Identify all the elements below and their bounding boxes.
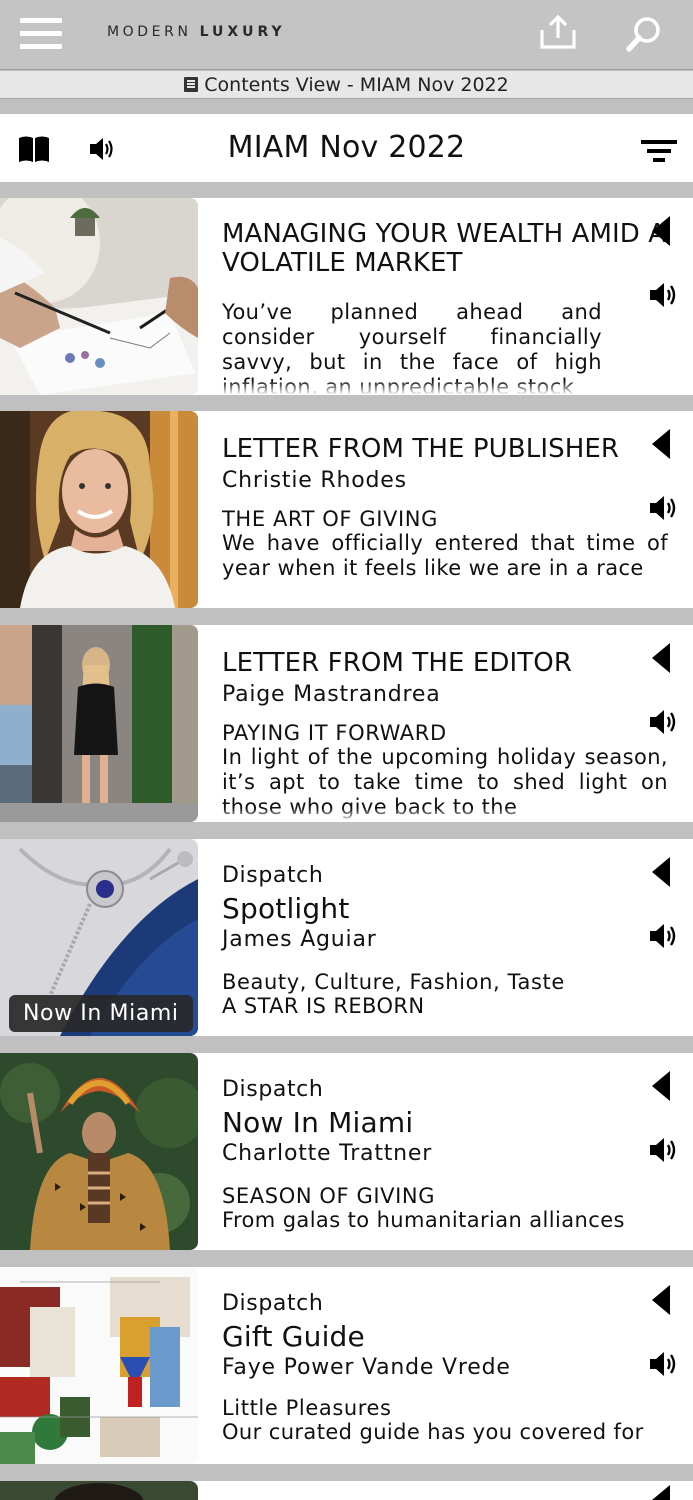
speaker-icon[interactable] bbox=[648, 280, 680, 310]
issue-title-bar: MIAM Nov 2022 bbox=[0, 114, 693, 182]
article-title: Now In Miami bbox=[222, 1106, 414, 1139]
back-arrow-icon[interactable] bbox=[652, 216, 670, 246]
document-icon bbox=[184, 77, 199, 92]
text-fade bbox=[200, 1236, 693, 1250]
article-subtitle: SEASON OF GIVING bbox=[222, 1184, 436, 1208]
article-title: LETTER FROM THE PUBLISHER bbox=[222, 434, 620, 464]
share-icon[interactable] bbox=[538, 14, 578, 50]
back-arrow-icon[interactable] bbox=[652, 643, 670, 673]
text-fade bbox=[200, 1450, 693, 1464]
text-fade bbox=[200, 594, 693, 608]
contents-view-bar[interactable]: Contents View - MIAM Nov 2022 bbox=[0, 71, 693, 99]
speaker-icon[interactable] bbox=[648, 1349, 680, 1379]
search-icon[interactable] bbox=[624, 14, 664, 54]
speaker-icon[interactable] bbox=[648, 1135, 680, 1165]
contents-view-label: Contents View - MIAM Nov 2022 bbox=[204, 74, 509, 96]
article-card[interactable]: MANAGING YOUR WEALTH AMID A VOLATILE MAR… bbox=[0, 198, 693, 395]
app-header: MODERN LUXURY bbox=[0, 0, 693, 70]
article-author: Faye Power Vande Vrede bbox=[222, 1355, 511, 1380]
article-excerpt: From galas to humanitarian alliances bbox=[222, 1208, 625, 1232]
article-thumbnail bbox=[0, 198, 198, 395]
article-subtitle: THE ART OF GIVING bbox=[222, 507, 438, 531]
article-card[interactable]: Dispatch Gift Guide Faye Power Vande Vre… bbox=[0, 1267, 693, 1464]
article-thumbnail bbox=[0, 1053, 198, 1250]
article-title: MANAGING YOUR WEALTH AMID A VOLATILE MAR… bbox=[222, 219, 667, 278]
text-fade bbox=[200, 381, 693, 395]
speaker-icon[interactable] bbox=[648, 493, 680, 523]
article-card[interactable]: Dispatch Now In Miami Charlotte Trattner… bbox=[0, 1053, 693, 1250]
article-excerpt: A STAR IS REBORN bbox=[222, 994, 425, 1018]
article-thumbnail bbox=[0, 1481, 198, 1500]
article-subtitle: Little Pleasures bbox=[222, 1396, 392, 1420]
article-card[interactable]: LETTER FROM THE EDITOR Paige Mastrandrea… bbox=[0, 625, 693, 822]
article-subtitle: PAYING IT FORWARD bbox=[222, 721, 447, 745]
article-card[interactable]: LETTER FROM THE PUBLISHER Christie Rhode… bbox=[0, 411, 693, 608]
article-excerpt: We have officially entered that time of … bbox=[222, 531, 668, 580]
article-card[interactable]: Now In Miami Dispatch Spotlight James Ag… bbox=[0, 839, 693, 1036]
brand-logo: MODERN LUXURY bbox=[107, 24, 286, 40]
section-badge: Now In Miami bbox=[9, 995, 193, 1032]
article-author: Charlotte Trattner bbox=[222, 1141, 433, 1166]
article-thumbnail bbox=[0, 411, 198, 608]
menu-icon[interactable] bbox=[20, 17, 62, 51]
back-arrow-icon[interactable] bbox=[652, 1071, 670, 1101]
article-title: Gift Guide bbox=[222, 1320, 365, 1353]
article-section: Dispatch bbox=[222, 1291, 324, 1316]
article-author: Christie Rhodes bbox=[222, 468, 407, 493]
article-thumbnail bbox=[0, 625, 198, 822]
article-card[interactable] bbox=[0, 1481, 693, 1500]
article-excerpt: Our curated guide has you covered for bbox=[222, 1420, 644, 1444]
speaker-icon[interactable] bbox=[648, 921, 680, 951]
issue-title: MIAM Nov 2022 bbox=[227, 130, 466, 165]
text-fade bbox=[200, 808, 693, 822]
article-author: Paige Mastrandrea bbox=[222, 682, 441, 707]
article-subtitle: Beauty, Culture, Fashion, Taste bbox=[222, 970, 565, 994]
article-thumbnail bbox=[0, 1267, 198, 1464]
article-title: Spotlight bbox=[222, 892, 350, 925]
article-author: James Aguiar bbox=[222, 927, 377, 952]
back-arrow-icon[interactable] bbox=[652, 1285, 670, 1315]
filter-icon[interactable] bbox=[641, 138, 677, 164]
article-section: Dispatch bbox=[222, 863, 324, 888]
speaker-icon[interactable] bbox=[648, 707, 680, 737]
article-section: Dispatch bbox=[222, 1077, 324, 1102]
text-fade bbox=[200, 1022, 693, 1036]
article-title: LETTER FROM THE EDITOR bbox=[222, 648, 573, 678]
back-arrow-icon[interactable] bbox=[652, 429, 670, 459]
back-arrow-icon[interactable] bbox=[652, 857, 670, 887]
back-arrow-icon[interactable] bbox=[652, 1485, 670, 1500]
